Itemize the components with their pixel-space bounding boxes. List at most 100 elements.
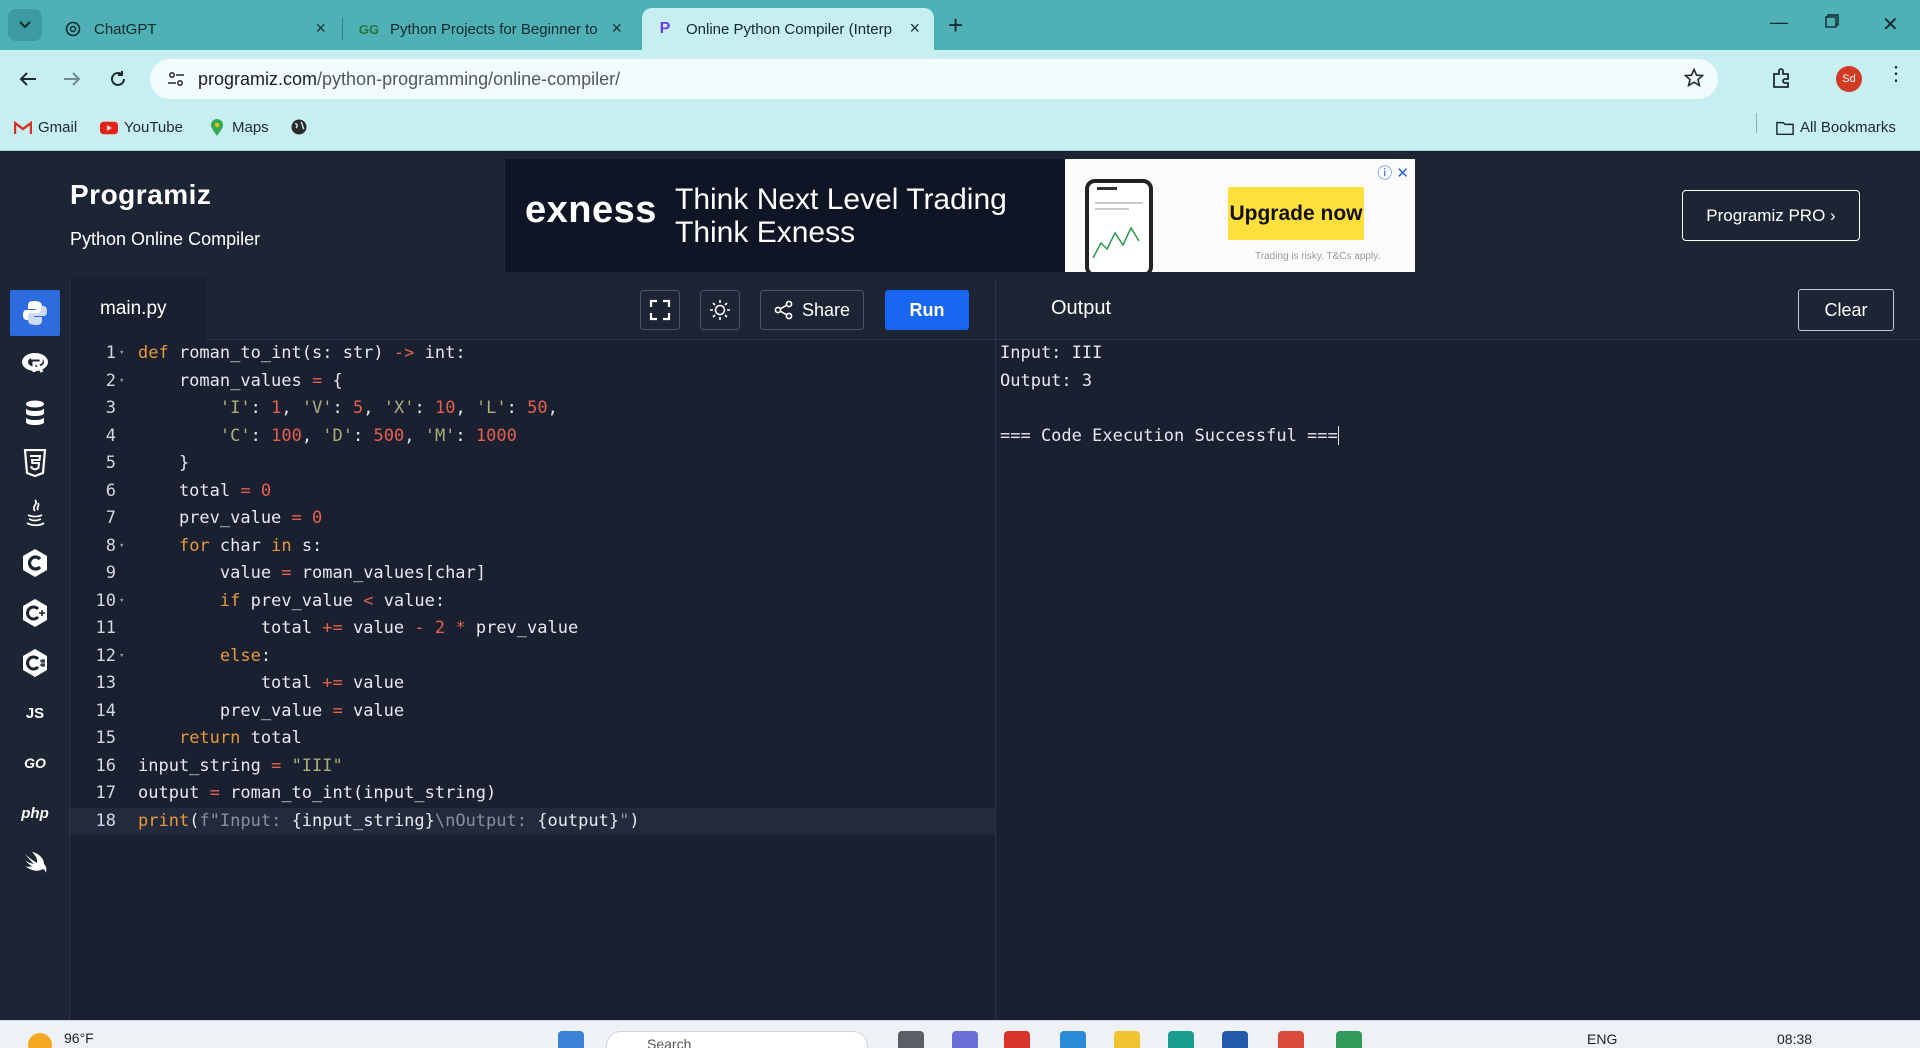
ad-headline: Think Next Level Trading Think Exness (675, 183, 1007, 249)
code-line: 2 ▾ roman_values = { (105, 370, 343, 391)
lang-java-icon[interactable] (10, 490, 60, 536)
bookmarks-bar: Gmail YouTube Maps All Bookmarks (0, 108, 1920, 151)
bookmark-label: YouTube (124, 119, 183, 136)
chevron-down-icon (19, 21, 31, 29)
share-label: Share (801, 299, 851, 320)
weather-icon[interactable] (28, 1033, 52, 1048)
ad-cta-button[interactable]: Upgrade now (1228, 187, 1364, 240)
lang-cpp-icon[interactable] (10, 590, 60, 636)
fullscreen-button[interactable] (640, 290, 680, 330)
weather-temperature[interactable]: 96°F (64, 1030, 94, 1046)
lang-go-icon[interactable]: GO (10, 740, 60, 786)
tab-label: Python Projects for Beginner to (390, 20, 598, 38)
teams-icon[interactable] (952, 1031, 978, 1048)
output-console[interactable]: Input: III Output: 3 === Code Execution … (1000, 340, 1339, 450)
lang-c-icon[interactable] (10, 540, 60, 586)
youtube-icon (100, 120, 118, 136)
close-tab-icon[interactable]: × (909, 19, 920, 37)
lang-r-icon[interactable] (10, 340, 60, 386)
share-button[interactable]: Share (760, 290, 864, 330)
profile-avatar[interactable]: Sd (1836, 66, 1862, 92)
geeksforgeeks-icon: GG (358, 21, 380, 37)
code-line: 8 ▾ for char in s: (105, 535, 323, 556)
bookmark-label: Maps (232, 119, 269, 136)
code-line-current: 18 print(f"Input: {input_string}\nOutput:… (70, 807, 995, 835)
windows-start-icon[interactable] (558, 1031, 584, 1048)
tab-label: Online Python Compiler (Interp (686, 20, 892, 38)
minimize-icon[interactable]: — (1770, 12, 1788, 33)
bookmark-maps[interactable]: Maps (208, 118, 269, 136)
edge-icon[interactable] (1060, 1031, 1086, 1048)
run-button[interactable]: Run (885, 290, 969, 330)
code-area[interactable]: 1 ▾ def roman_to_int(s: str) -> int: 2 ▾ ro… (70, 340, 995, 835)
chrome-icon[interactable] (1278, 1031, 1304, 1048)
clock[interactable]: 08:38 (1777, 1031, 1812, 1047)
close-tab-icon[interactable]: × (611, 19, 622, 37)
output-panel: Output Clear Input: III Output: 3 === Co… (996, 278, 1920, 1020)
advertisement-banner[interactable]: exness Think Next Level Trading Think Ex… (505, 159, 1415, 272)
bookmark-globe[interactable] (290, 119, 314, 135)
code-editor[interactable]: main.py Share Run 1 ▾ def roman_to_int(s: … (70, 278, 995, 1020)
bookmark-star-icon[interactable] (1683, 67, 1705, 93)
programiz-pro-button[interactable]: Programiz PRO › (1682, 190, 1860, 241)
code-line: 5 } (105, 453, 190, 473)
ad-disclaimer: Trading is risky. T&Cs apply. (1255, 251, 1381, 262)
lang-swift-icon[interactable] (10, 840, 60, 886)
all-bookmarks-button[interactable]: All Bookmarks (1776, 119, 1896, 136)
code-line: 10 ▾ if prev_value < value: (95, 590, 446, 611)
restore-icon[interactable] (1825, 12, 1839, 33)
close-tab-icon[interactable]: × (315, 19, 326, 37)
folder-icon (1776, 120, 1794, 136)
browser-menu-icon[interactable]: ⋮ (1886, 64, 1906, 84)
close-window-icon[interactable]: ✕ (1882, 12, 1899, 37)
ad-close-icon[interactable]: ⓘ ✕ (1377, 162, 1409, 183)
lang-csharp-icon[interactable] (10, 640, 60, 686)
url-host: programiz.com (198, 68, 318, 89)
chatgpt-icon (64, 20, 82, 38)
tab-online-python-compiler[interactable]: P Online Python Compiler (Interp × (642, 8, 934, 50)
extensions-icon[interactable] (1770, 66, 1794, 95)
editor-toolbar: main.py Share Run (70, 278, 995, 340)
lang-html-icon[interactable] (10, 440, 60, 486)
page-title: Python Online Compiler (70, 229, 261, 249)
clear-button[interactable]: Clear (1798, 289, 1894, 331)
code-line: 6 total = 0 (105, 480, 272, 501)
address-bar[interactable]: programiz.com/python-programming/online-… (150, 59, 1718, 99)
tab-python-projects[interactable]: GG Python Projects for Beginner to × (346, 8, 636, 50)
code-line: 1 ▾ def roman_to_int(s: str) -> int: (105, 343, 466, 363)
theme-toggle-button[interactable] (700, 290, 740, 330)
file-explorer-icon[interactable] (1114, 1031, 1140, 1048)
taskbar-search[interactable]: Search (606, 1031, 868, 1048)
ad-image-panel: Upgrade now Trading is risky. T&Cs apply… (1065, 159, 1415, 272)
tab-chatgpt[interactable]: ChatGPT × (50, 8, 340, 50)
browser-toolbar: programiz.com/python-programming/online-… (0, 50, 1920, 108)
office-icon[interactable] (1004, 1031, 1030, 1048)
site-info-icon[interactable] (166, 69, 186, 89)
lang-js-icon[interactable]: JS (10, 690, 60, 736)
tab-search-button[interactable] (8, 9, 42, 41)
bookmark-youtube[interactable]: YouTube (100, 119, 183, 136)
back-button[interactable] (14, 65, 42, 93)
code-line: 12 ▾ else: (95, 645, 272, 666)
output-title: Output (1051, 297, 1112, 319)
store-icon[interactable] (1222, 1031, 1248, 1048)
input-language[interactable]: ENG (1587, 1031, 1617, 1047)
ad-headline-line-1: Think Next Level Trading (675, 183, 1007, 216)
url-path: /python-programming/online-compiler/ (317, 68, 621, 89)
task-view-icon[interactable] (898, 1031, 924, 1048)
forward-button[interactable] (58, 65, 86, 93)
code-line: 14 prev_value = value (95, 700, 405, 721)
all-bookmarks-label: All Bookmarks (1800, 119, 1896, 136)
code-line: 3 'I': 1, 'V': 5, 'X': 10, 'L': 50, (105, 398, 558, 418)
file-tab-main-py[interactable]: main.py (70, 278, 206, 340)
bookmark-gmail[interactable]: Gmail (14, 119, 77, 136)
edge-browser-icon[interactable] (1168, 1031, 1194, 1048)
new-tab-button[interactable]: + (948, 12, 963, 38)
programiz-logo[interactable]: Programiz (70, 179, 211, 211)
lang-python-icon[interactable] (10, 290, 60, 336)
lang-php-icon[interactable]: php (10, 790, 60, 836)
reload-button[interactable] (104, 65, 132, 93)
whatsapp-icon[interactable] (1336, 1031, 1362, 1048)
lang-sql-icon[interactable] (10, 390, 60, 436)
